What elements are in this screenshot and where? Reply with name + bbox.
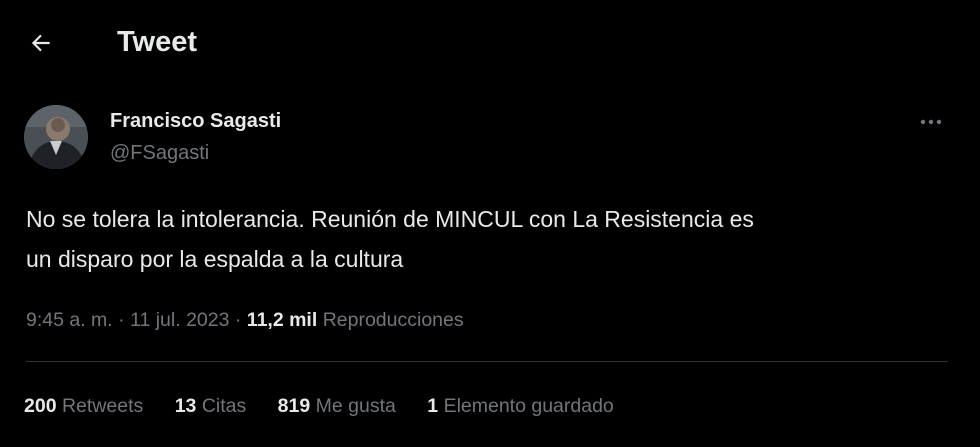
bookmarks-stat[interactable]: 1 Elemento guardado — [427, 392, 614, 420]
profile-photo-icon — [24, 105, 88, 169]
divider — [26, 361, 948, 362]
quotes-stat[interactable]: 13 Citas — [175, 392, 247, 420]
retweets-label: Retweets — [61, 395, 144, 417]
page-title: Tweet — [117, 26, 198, 58]
bookmarks-count: 1 — [427, 395, 439, 417]
more-horizontal-icon — [920, 119, 942, 125]
author-handle[interactable]: @FSagasti — [110, 140, 209, 166]
views-label: Reproducciones — [322, 309, 464, 331]
arrow-left-icon — [31, 34, 50, 52]
avatar[interactable] — [24, 105, 88, 169]
likes-label: Me gusta — [315, 395, 396, 417]
quotes-label: Citas — [201, 395, 247, 417]
bookmarks-label: Elemento guardado — [443, 395, 614, 417]
tweet-time[interactable]: 9:45 a. m. — [26, 309, 113, 331]
header: Tweet — [0, 0, 980, 85]
tweet-text-line: No se tolera la intolerancia. Reunión de… — [26, 206, 754, 232]
tweet-meta: 9:45 a. m. · 11 jul. 2023 · 11,2 mil Rep… — [26, 306, 464, 334]
tweet-text: No se tolera la intolerancia. Reunión de… — [26, 199, 946, 279]
meta-separator: · — [112, 309, 131, 331]
meta-separator: · — [229, 309, 247, 331]
author-name[interactable]: Francisco Sagasti — [110, 108, 281, 134]
likes-stat[interactable]: 819 Me gusta — [278, 392, 396, 420]
engagement-stats: 200 Retweets 13 Citas 819 Me gusta 1 Ele… — [24, 392, 640, 420]
likes-count: 819 — [277, 395, 311, 417]
retweets-stat[interactable]: 200 Retweets — [24, 392, 143, 420]
tweet-date[interactable]: 11 jul. 2023 — [130, 309, 229, 331]
more-options-button[interactable] — [912, 108, 950, 136]
back-button[interactable] — [22, 24, 60, 62]
quotes-count: 13 — [174, 395, 197, 417]
views-count: 11,2 mil — [246, 309, 318, 331]
retweets-count: 200 — [24, 395, 57, 417]
tweet-text-line: un disparo por la espalda a la cultura — [26, 246, 404, 272]
